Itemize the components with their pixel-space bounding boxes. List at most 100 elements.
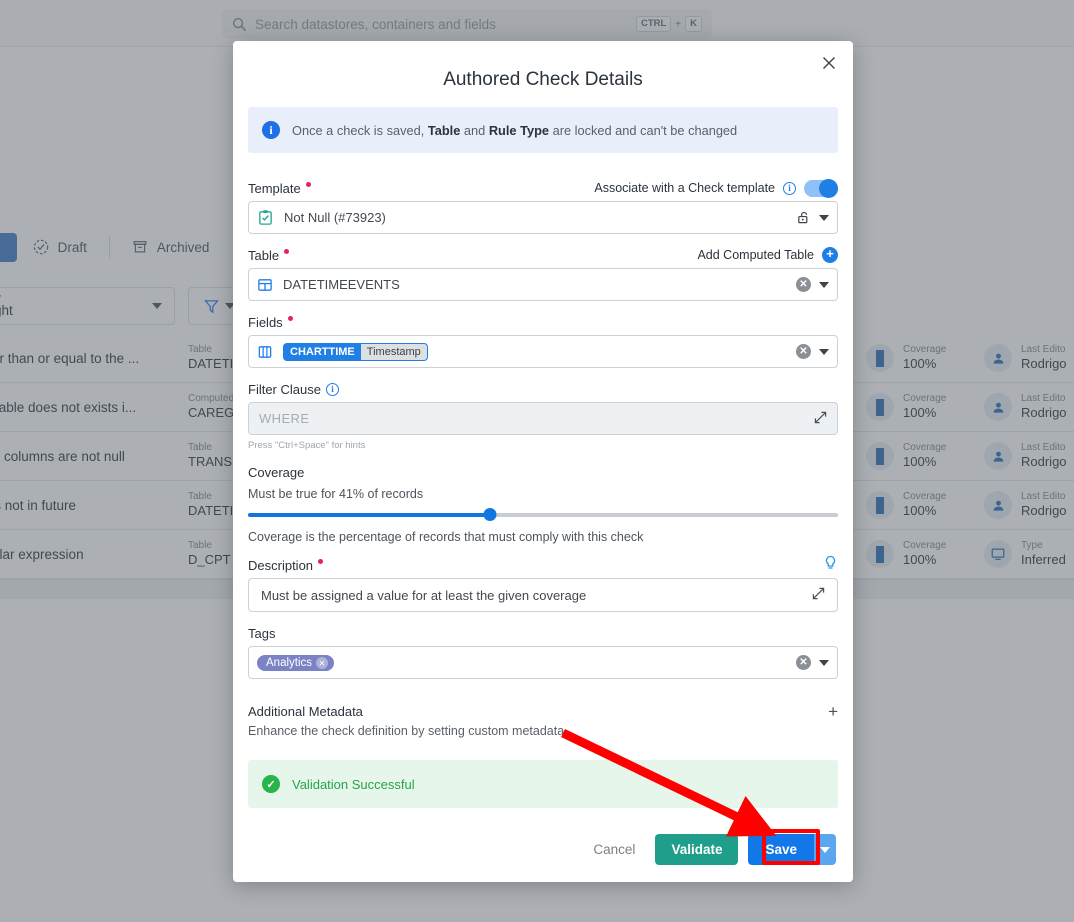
filter-clause-input[interactable]: WHERE bbox=[248, 402, 838, 435]
validate-button[interactable]: Validate bbox=[655, 834, 739, 865]
tags-select[interactable]: Analytics ✕ ✕ bbox=[248, 646, 838, 679]
filter-clause-label-wrap: Filter Clause i bbox=[248, 382, 339, 397]
chevron-down-icon[interactable] bbox=[819, 281, 829, 288]
chevron-down-icon[interactable] bbox=[819, 214, 829, 221]
info-text-1: Once a check is saved, bbox=[292, 122, 428, 138]
info-bold-1: Table bbox=[427, 122, 461, 138]
plus-circle-icon[interactable]: + bbox=[822, 247, 838, 263]
description-input[interactable]: Must be assigned a value for at least th… bbox=[248, 578, 838, 612]
chevron-down-icon[interactable] bbox=[819, 659, 829, 666]
additional-metadata-subtitle: Enhance the check definition by setting … bbox=[248, 724, 565, 738]
fields-label-wrap: Fields bbox=[248, 315, 293, 330]
field-chip-name: CHARTTIME bbox=[290, 345, 355, 358]
tags-label: Tags bbox=[248, 625, 276, 641]
required-indicator bbox=[318, 559, 324, 564]
coverage-help-text: Coverage is the percentage of records th… bbox=[248, 530, 644, 544]
filter-clause-label: Filter Clause bbox=[248, 381, 321, 397]
tag-chip[interactable]: Analytics ✕ bbox=[257, 655, 335, 671]
description-label-wrap: Description bbox=[248, 557, 324, 573]
info-text-2: and bbox=[460, 122, 489, 138]
required-indicator bbox=[284, 249, 290, 254]
authored-check-details-dialog: Authored Check Details i Once a check is… bbox=[233, 41, 853, 882]
required-indicator bbox=[287, 316, 293, 321]
locked-fields-info-banner: i Once a check is saved, Table and Rule … bbox=[248, 107, 838, 153]
dialog-title: Authored Check Details bbox=[443, 69, 643, 90]
description-field: Description Must be assigned a value for… bbox=[248, 552, 838, 612]
coverage-slider-thumb[interactable] bbox=[483, 508, 497, 521]
validation-banner: ✓ Validation Successful bbox=[248, 760, 838, 808]
save-button[interactable]: Save bbox=[748, 834, 814, 865]
template-field-header: Template Associate with a Check template… bbox=[248, 175, 838, 201]
fields-field: Fields CHARTTIME Timestamp ✕ bbox=[248, 309, 838, 368]
table-field-header: Table Add Computed Table + bbox=[248, 242, 838, 268]
fields-value-wrap: CHARTTIME Timestamp bbox=[283, 342, 786, 361]
field-chip-type: Timestamp bbox=[360, 343, 427, 360]
fields-label: Fields bbox=[248, 314, 283, 330]
description-label: Description bbox=[248, 557, 314, 573]
expand-icon[interactable] bbox=[812, 587, 825, 603]
check-circle-icon: ✓ bbox=[262, 775, 280, 793]
associate-template-label: Associate with a Check template bbox=[594, 181, 775, 195]
coverage-summary: Must be true for 41% of records bbox=[248, 487, 424, 501]
expand-icon[interactable] bbox=[814, 411, 827, 427]
clear-circle-icon[interactable]: ✕ bbox=[796, 655, 811, 670]
chevron-down-icon bbox=[820, 846, 830, 853]
chip-close-icon[interactable]: ✕ bbox=[316, 657, 329, 669]
filter-clause-field: Filter Clause i WHERE Press "Ctrl+Space"… bbox=[248, 376, 838, 451]
additional-metadata-label: Additional Metadata bbox=[248, 704, 363, 719]
tags-field: Tags Analytics ✕ ✕ bbox=[248, 620, 838, 679]
tags-actions: ✕ bbox=[796, 655, 829, 670]
lightbulb-icon[interactable] bbox=[823, 555, 838, 575]
filter-clause-placeholder: WHERE bbox=[259, 411, 310, 426]
info-icon: i bbox=[262, 121, 280, 139]
dialog-body: i Once a check is saved, Table and Rule … bbox=[233, 107, 853, 865]
description-header: Description bbox=[248, 552, 838, 578]
save-dropdown-button[interactable] bbox=[814, 834, 836, 865]
tag-chip-label: Analytics bbox=[266, 657, 313, 669]
add-computed-table-label: Add Computed Table bbox=[697, 248, 814, 262]
dialog-footer: Cancel Validate Save bbox=[248, 834, 838, 865]
coverage-field: Coverage Must be true for 41% of records… bbox=[248, 465, 838, 544]
table-grid-icon bbox=[257, 277, 273, 293]
template-label-wrap: Template bbox=[248, 181, 311, 196]
coverage-slider[interactable] bbox=[248, 508, 838, 522]
tags-header: Tags bbox=[248, 620, 838, 646]
save-button-group: Save bbox=[748, 834, 836, 865]
unlock-icon[interactable] bbox=[796, 210, 811, 225]
template-select[interactable]: Not Null (#73923) bbox=[248, 201, 838, 234]
add-computed-table-button[interactable]: Add Computed Table + bbox=[697, 247, 838, 263]
fields-actions: ✕ bbox=[796, 344, 829, 359]
clipboard-check-icon bbox=[257, 209, 274, 226]
required-indicator bbox=[305, 182, 311, 187]
clear-circle-icon[interactable]: ✕ bbox=[796, 277, 811, 292]
tags-label-wrap: Tags bbox=[248, 626, 275, 641]
template-actions bbox=[796, 210, 829, 225]
template-label: Template bbox=[248, 180, 301, 196]
coverage-slider-fill bbox=[248, 513, 490, 517]
columns-icon bbox=[257, 344, 273, 360]
associate-template-toggle[interactable] bbox=[804, 178, 838, 198]
fields-field-header: Fields bbox=[248, 309, 838, 335]
description-value: Must be assigned a value for at least th… bbox=[261, 587, 587, 603]
template-field: Template Associate with a Check template… bbox=[248, 175, 838, 234]
info-banner-text: Once a check is saved, Table and Rule Ty… bbox=[292, 123, 737, 138]
info-text-3: are locked and can't be changed bbox=[549, 122, 738, 138]
close-icon[interactable] bbox=[817, 51, 841, 75]
table-select[interactable]: DATETIMEEVENTS ✕ bbox=[248, 268, 838, 301]
info-circle-icon[interactable]: i bbox=[783, 181, 796, 195]
table-value: DATETIMEEVENTS bbox=[283, 277, 400, 292]
field-chip[interactable]: CHARTTIME Timestamp bbox=[283, 342, 428, 361]
coverage-label: Coverage bbox=[248, 465, 305, 480]
filter-clause-hint: Press "Ctrl+Space" for hints bbox=[248, 440, 366, 451]
info-circle-icon[interactable]: i bbox=[325, 382, 339, 396]
chevron-down-icon[interactable] bbox=[819, 348, 829, 355]
table-label-wrap: Table bbox=[248, 248, 290, 263]
fields-select[interactable]: CHARTTIME Timestamp ✕ bbox=[248, 335, 838, 368]
table-field: Table Add Computed Table + DATETIMEEVENT… bbox=[248, 242, 838, 301]
validation-text: Validation Successful bbox=[292, 776, 415, 792]
plus-icon[interactable]: + bbox=[828, 703, 838, 720]
associate-template-toggle-group[interactable]: Associate with a Check template i bbox=[594, 178, 838, 198]
clear-circle-icon[interactable]: ✕ bbox=[796, 344, 811, 359]
cancel-button[interactable]: Cancel bbox=[583, 834, 645, 865]
template-value: Not Null (#73923) bbox=[284, 210, 386, 225]
